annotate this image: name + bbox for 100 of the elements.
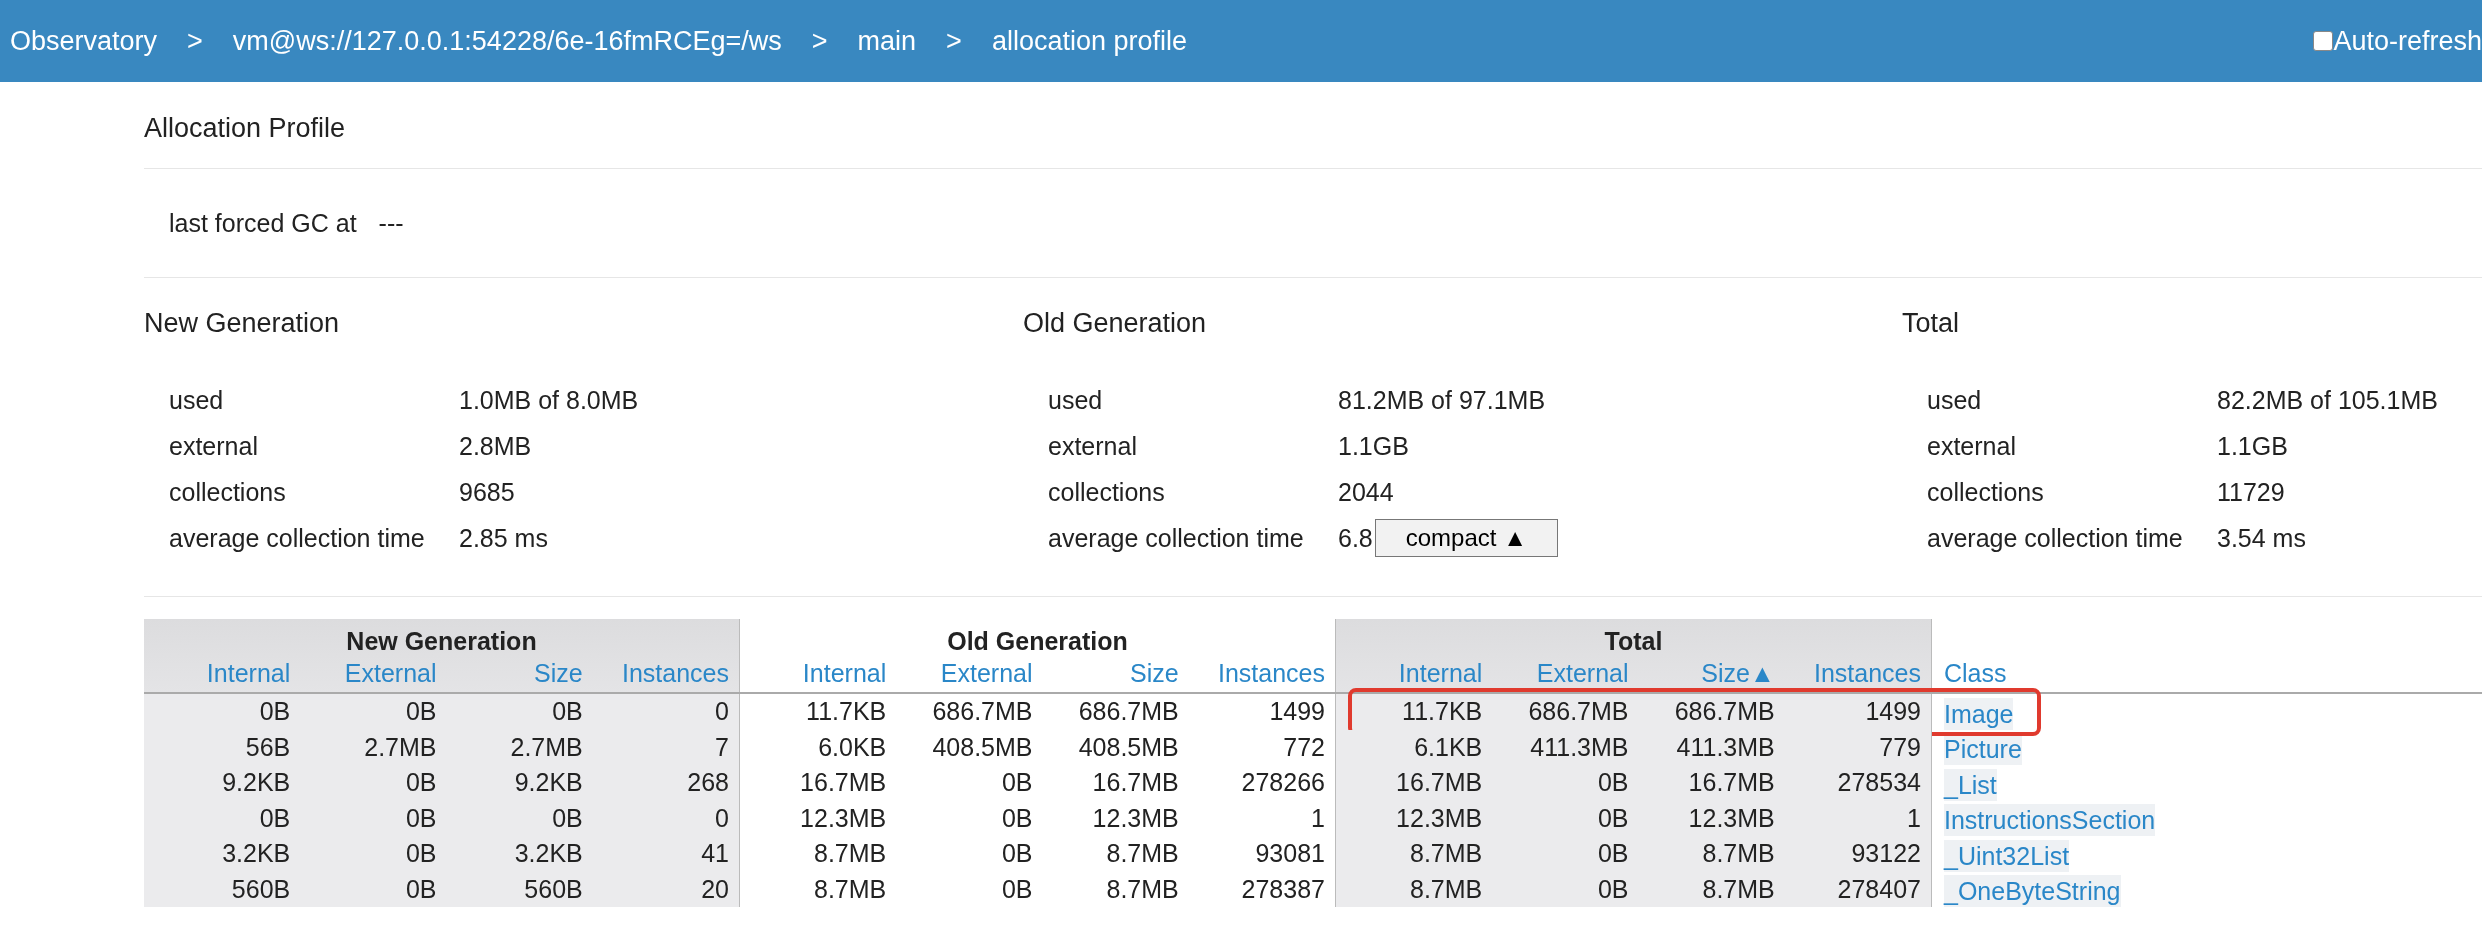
- column-header[interactable]: External: [1482, 659, 1629, 692]
- compact-button[interactable]: compact ▲: [1374, 519, 1558, 557]
- table-cell-text: 8.7MB: [1409, 838, 1483, 869]
- column-group-header: Old Generation: [946, 626, 1129, 657]
- table-cell-text: 0B: [1000, 873, 1033, 905]
- column-header[interactable]: Size: [1032, 659, 1179, 692]
- stat-label: used: [169, 385, 225, 415]
- table-cell-text: 9.2KB: [513, 767, 583, 798]
- page-title: Allocation Profile: [144, 111, 347, 145]
- table-cell-text: 41: [700, 838, 729, 869]
- stat-label: collections: [169, 477, 287, 507]
- column-header[interactable]: Class: [1944, 659, 2007, 692]
- class-link[interactable]: _Uint32List: [1944, 839, 2070, 872]
- column-header[interactable]: Size▲: [1628, 659, 1775, 692]
- table-cell-text: 268: [686, 767, 729, 798]
- auto-refresh-toggle[interactable]: Auto-refresh: [2313, 25, 2482, 57]
- table-cell-text: 12.3MB: [1395, 802, 1483, 834]
- table-cell-text: 0: [714, 802, 729, 834]
- table-cell-text: 56B: [244, 731, 291, 763]
- breadcrumb-separator: >: [811, 25, 828, 57]
- class-link[interactable]: InstructionsSection: [1944, 804, 2156, 836]
- stat-value: 2.85 ms: [459, 523, 548, 553]
- class-link[interactable]: _OneByteString: [1944, 875, 2121, 907]
- table-cell-text: 0: [714, 696, 729, 727]
- table-cell-text: 8.7MB: [1105, 873, 1179, 905]
- checkbox[interactable]: [2313, 31, 2334, 51]
- table-cell-text: 278266: [1240, 767, 1325, 798]
- table-cell-text: 0B: [551, 802, 583, 834]
- stat-label: external: [1927, 431, 2017, 461]
- stat-value: 6.8: [1338, 523, 1373, 553]
- table-cell-text: 11.7KB: [1401, 696, 1483, 727]
- column-header[interactable]: External: [886, 659, 1033, 692]
- table-cell-text: 278387: [1240, 873, 1325, 905]
- table-cell-text: 686.7MB: [931, 696, 1033, 727]
- breadcrumb-separator: >: [946, 25, 962, 57]
- column-header[interactable]: Size: [436, 659, 583, 692]
- table-cell-text: 93122: [1850, 838, 1921, 869]
- section-title: Old Generation: [1023, 308, 1208, 339]
- table-cell-text: 0B: [1596, 767, 1629, 798]
- table-cell-text: 16.7MB: [1091, 767, 1179, 798]
- breadcrumb-link[interactable]: vm@ws://127.0.0.1:54228/6e-16fmRCEg=/ws: [232, 25, 782, 57]
- table-cell-text: 16.7MB: [1395, 767, 1483, 798]
- table-cell-text: 0B: [551, 696, 583, 727]
- column-header[interactable]: Instances: [1178, 659, 1325, 692]
- table-cell-text: 1499: [1864, 696, 1921, 727]
- column-header[interactable]: Instances: [582, 659, 729, 692]
- table-cell-text: 8.7MB: [1701, 838, 1775, 869]
- table-cell-text: 0B: [404, 802, 437, 834]
- column-header[interactable]: Internal: [144, 659, 291, 692]
- stat-value: 2.8MB: [459, 431, 532, 461]
- table-cell-text: 0B: [258, 696, 291, 727]
- table-cell-text: 0B: [404, 838, 437, 869]
- stat-label: collections: [1927, 477, 2045, 507]
- class-link[interactable]: _List: [1944, 768, 1997, 801]
- table-cell-text: 0B: [1596, 873, 1629, 905]
- stat-label: average collection time: [169, 523, 426, 553]
- stat-label: external: [1048, 431, 1138, 461]
- table-cell-text: 772: [1282, 731, 1325, 763]
- table-cell-text: 8.7MB: [813, 838, 887, 869]
- stat-label: collections: [1048, 477, 1166, 507]
- table-cell-text: 411.3MB: [1675, 731, 1775, 763]
- table-cell-text: 0B: [404, 696, 437, 727]
- stat-label: external: [169, 431, 259, 461]
- table-cell-text: 686.7MB: [1077, 696, 1179, 727]
- table-cell-text: 6.1KB: [1413, 731, 1483, 763]
- table-cell-text: 278407: [1836, 873, 1921, 905]
- stat-value: 1.1GB: [1338, 431, 1409, 461]
- column-header[interactable]: External: [290, 659, 437, 692]
- stat-value: ---: [378, 208, 404, 238]
- table-cell-text: 0B: [1596, 802, 1629, 834]
- table-cell-text: 16.7MB: [799, 767, 887, 798]
- stat-label: average collection time: [1927, 523, 2184, 553]
- table-cell-text: 11.7KB: [805, 696, 887, 727]
- breadcrumb-link[interactable]: main: [857, 25, 917, 57]
- table-cell-text: 278534: [1836, 767, 1921, 798]
- table-cell-text: 408.5MB: [931, 731, 1033, 763]
- table-cell-text: 0B: [1000, 802, 1033, 834]
- table-cell-text: 779: [1878, 731, 1921, 763]
- stat-value: 3.54 ms: [2217, 523, 2306, 553]
- table-cell-text: 12.3MB: [799, 802, 887, 834]
- stat-label: used: [1048, 385, 1104, 415]
- section-title: New Generation: [144, 308, 341, 339]
- table-cell-text: 0B: [1596, 838, 1629, 869]
- column-header[interactable]: Instances: [1774, 659, 1921, 692]
- table-cell-text: 9.2KB: [221, 767, 291, 798]
- table-cell-text: 8.7MB: [1105, 838, 1179, 869]
- table-cell-text: 2.7MB: [363, 731, 437, 763]
- breadcrumb-separator: >: [187, 25, 203, 57]
- table-cell-text: 20: [700, 873, 729, 905]
- column-group-header: Total: [1603, 626, 1664, 657]
- column-header[interactable]: Internal: [740, 659, 887, 692]
- breadcrumb-link[interactable]: allocation profile: [991, 25, 1187, 57]
- column-header[interactable]: Internal: [1336, 659, 1483, 692]
- table-cell-text: 1: [1310, 802, 1325, 834]
- breadcrumb-link[interactable]: Observatory: [10, 25, 158, 57]
- stat-value: 82.2MB of 105.1MB: [2217, 385, 2438, 415]
- class-link[interactable]: Image: [1944, 697, 2014, 730]
- sort-indicator: ▲: [1750, 659, 1775, 687]
- stat-value: 2044: [1338, 477, 1394, 507]
- stat-value: 1.0MB of 8.0MB: [459, 385, 639, 415]
